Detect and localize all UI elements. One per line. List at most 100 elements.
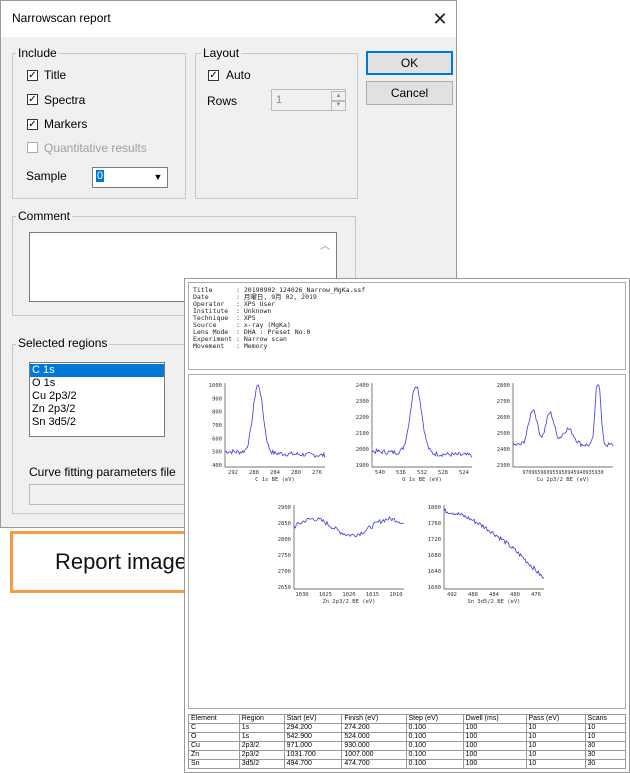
- x-tick-label: 528: [438, 470, 448, 476]
- scroll-up-icon[interactable]: ︿: [320, 237, 330, 252]
- spectrum-axes: [293, 505, 404, 590]
- x-axis-label: C 1s BE (eV): [255, 477, 295, 483]
- y-tick-label: 600: [212, 436, 222, 442]
- x-axis-label: O 1s BE (eV): [402, 477, 442, 483]
- sample-select[interactable]: 0 ▼: [92, 167, 168, 188]
- spectrum-line: [293, 516, 405, 538]
- region-item[interactable]: C 1s: [30, 364, 164, 377]
- close-icon[interactable]: ✕: [426, 7, 454, 31]
- region-item[interactable]: Cu 2p3/2: [30, 390, 164, 403]
- table-row: Zn 2p3/2 1031.700 1007.000 0.100 100 10 30: [188, 750, 626, 760]
- table-cell: 1s: [238, 723, 285, 733]
- y-tick-label: 2600: [497, 415, 510, 421]
- title-checkbox[interactable]: ✓: [27, 70, 38, 81]
- table-cell: 0.100: [405, 750, 464, 760]
- region-item[interactable]: Sn 3d5/2: [30, 416, 164, 429]
- y-tick-label: 1600: [428, 585, 441, 591]
- auto-checkbox-label[interactable]: Auto: [226, 68, 251, 82]
- table-cell: 30: [584, 750, 626, 760]
- table-header-cell: Step (eV): [405, 714, 464, 724]
- table-cell: 2p3/2: [238, 750, 285, 760]
- table-cell: 100: [462, 741, 527, 751]
- spectrum-line: [443, 507, 545, 579]
- y-tick-label: 1900: [356, 463, 369, 469]
- table-row: Cu 2p3/2 971.000 930.000 0.100 100 10 30: [188, 741, 626, 751]
- report-spectra-box: 1000 900 800 700 600 500 400 292 288 284 280 276 C 1…: [188, 374, 626, 709]
- table-cell: Cu: [188, 741, 240, 751]
- y-tick-label: 1760: [428, 521, 441, 527]
- table-cell: 1031.700: [283, 750, 343, 760]
- spectra-checkbox[interactable]: ✓: [27, 94, 38, 105]
- title-checkbox-label[interactable]: Title: [44, 68, 66, 82]
- table-header-cell: Start (eV): [283, 714, 343, 724]
- table-cell: Zn: [188, 750, 240, 760]
- x-axis-label: Zn 2p3/2 BE (eV): [323, 599, 376, 605]
- table-cell: 930.000: [341, 741, 407, 751]
- table-cell: 474.700: [341, 759, 407, 769]
- x-tick-label: 476: [531, 592, 541, 598]
- quantitative-results-label: Quantitative results: [44, 141, 147, 155]
- x-tick-label: 1015: [366, 592, 379, 598]
- y-tick-label: 900: [212, 396, 222, 402]
- table-header-cell: Finish (eV): [341, 714, 407, 724]
- spectrum-panel: 2800 2700 2600 2500 2400 2300 9709659609559509…: [497, 383, 614, 483]
- table-cell: 494.700: [283, 759, 343, 769]
- markers-checkbox-label[interactable]: Markers: [44, 117, 87, 131]
- spin-down-icon[interactable]: ▼: [331, 100, 346, 111]
- spectrum-line: [512, 384, 614, 448]
- y-tick-label: 1800: [428, 505, 441, 511]
- table-cell: 10: [584, 732, 626, 742]
- table-row: C 1s 294.200 274.200 0.100 100 10 10: [188, 723, 626, 733]
- spectrum-line: [224, 384, 326, 459]
- table-cell: 100: [462, 759, 527, 769]
- y-tick-label: 2200: [356, 415, 369, 421]
- y-tick-label: 2900: [278, 505, 291, 511]
- layout-group: [195, 53, 358, 199]
- y-tick-label: 2800: [497, 383, 510, 389]
- table-cell: 100: [462, 723, 527, 733]
- chevron-down-icon[interactable]: ▼: [150, 169, 166, 186]
- x-tick-label: 970965960955950945940935930: [522, 470, 603, 476]
- x-tick-label: 488: [468, 592, 478, 598]
- x-tick-label: 536: [396, 470, 406, 476]
- x-tick-label: 280: [291, 470, 301, 476]
- table-cell: 542.900: [283, 732, 343, 742]
- table-cell: 10: [525, 750, 586, 760]
- y-tick-label: 2500: [497, 431, 510, 437]
- y-tick-label: 500: [212, 450, 222, 456]
- region-item[interactable]: O 1s: [30, 377, 164, 390]
- x-tick-label: 480: [510, 592, 520, 598]
- table-cell: 100: [462, 750, 527, 760]
- include-legend: Include: [16, 46, 59, 60]
- x-tick-label: 288: [249, 470, 259, 476]
- report-table-box: Element Region Start (eV) Finish (eV) Step (…: [188, 714, 626, 772]
- table-cell: 0.100: [405, 759, 464, 769]
- regions-listbox[interactable]: C 1s O 1s Cu 2p3/2 Zn 2p3/2 Sn 3d5/2: [29, 362, 165, 437]
- rows-value: 1: [276, 94, 283, 106]
- spectrum-line: [371, 386, 473, 458]
- y-tick-label: 2700: [497, 399, 510, 405]
- markers-checkbox[interactable]: ✓: [27, 119, 38, 130]
- x-tick-label: 292: [228, 470, 238, 476]
- y-tick-label: 2300: [497, 463, 510, 469]
- y-tick-label: 2100: [356, 431, 369, 437]
- x-tick-label: 1025: [319, 592, 332, 598]
- y-tick-label: 2750: [278, 553, 291, 559]
- ok-button[interactable]: OK: [366, 51, 453, 75]
- curve-fitting-input[interactable]: [29, 484, 189, 505]
- table-cell: 0.100: [405, 723, 464, 733]
- y-tick-label: 700: [212, 423, 222, 429]
- curve-fitting-label: Curve fitting parameters file: [29, 465, 176, 479]
- x-tick-label: 524: [459, 470, 470, 476]
- region-item[interactable]: Zn 2p3/2: [30, 403, 164, 416]
- sample-label: Sample: [26, 169, 67, 183]
- cancel-button[interactable]: Cancel: [366, 81, 453, 105]
- x-tick-label: 1010: [389, 592, 402, 598]
- x-tick-label: 540: [375, 470, 385, 476]
- y-tick-label: 1640: [428, 569, 441, 575]
- table-header-cell: Scans: [584, 714, 626, 724]
- spectra-checkbox-label[interactable]: Spectra: [44, 93, 85, 107]
- rows-spinner[interactable]: 1 ▲ ▼: [271, 89, 346, 111]
- auto-checkbox[interactable]: ✓: [208, 70, 219, 81]
- table-cell: Sn: [188, 759, 240, 769]
